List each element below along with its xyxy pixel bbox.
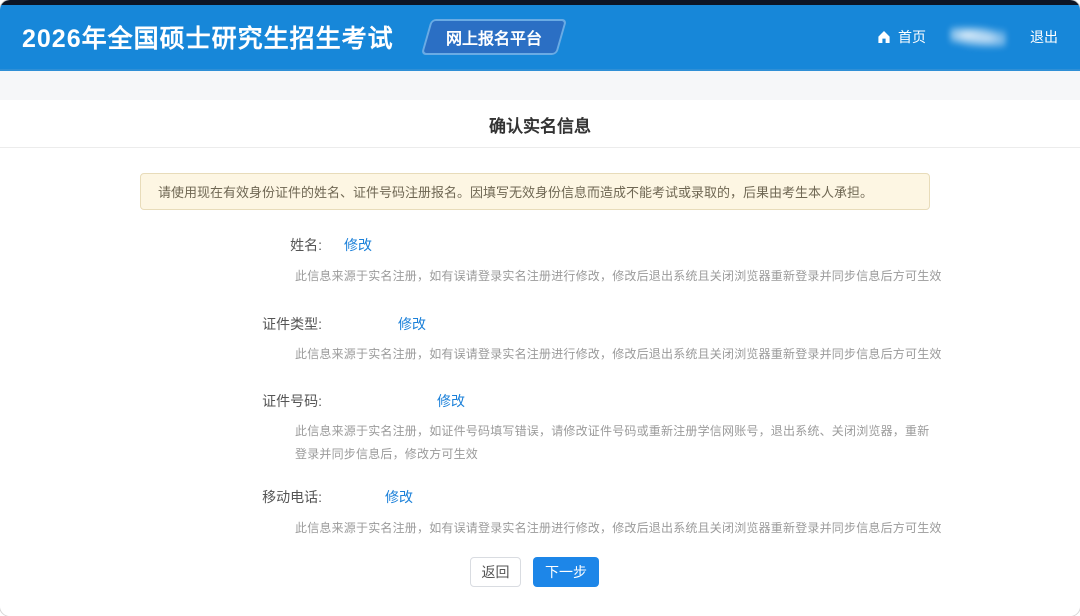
modify-cert-type-link[interactable]: 修改 [398,314,426,334]
header-nav: 首页 退出 [876,26,1058,48]
nav-logout-link[interactable]: 退出 [1030,27,1058,47]
title-divider [0,147,1080,148]
notice-banner: 请使用现在有效身份证件的姓名、证件号码注册报名。因填写无效身份信息而造成不能考试… [140,173,930,210]
app-title: 2026年全国硕士研究生招生考试 [22,19,394,55]
field-label-cert-type: 证件类型: [140,314,322,334]
nav-home-link[interactable]: 首页 [876,27,926,47]
field-help-name: 此信息来源于实名注册，如有误请登录实名注册进行修改，修改后退出系统且关闭浏览器重… [295,267,942,284]
platform-badge: 网上报名平台 [420,19,566,55]
field-help-cert-type: 此信息来源于实名注册，如有误请登录实名注册进行修改，修改后退出系统且关闭浏览器重… [295,345,942,362]
back-button[interactable]: 返回 [470,557,521,587]
page: 2026年全国硕士研究生招生考试 网上报名平台 首页 退出 确认实名信息 请使用… [0,0,1080,616]
modify-name-link[interactable]: 修改 [344,235,372,255]
field-label-cert-number: 证件号码: [140,391,322,411]
username-redacted [950,26,1006,48]
field-help-mobile: 此信息来源于实名注册，如有误请登录实名注册进行修改，修改后退出系统且关闭浏览器重… [295,519,942,536]
nav-home-label: 首页 [898,27,926,47]
field-label-mobile: 移动电话: [140,487,322,507]
platform-badge-label: 网上报名平台 [446,25,542,49]
field-label-name: 姓名: [140,235,322,255]
home-icon [876,29,892,45]
field-help-cert-number: 此信息来源于实名注册，如证件号码填写错误，请修改证件号码或重新注册学信网账号，退… [295,420,935,466]
page-title: 确认实名信息 [0,112,1080,137]
header: 2026年全国硕士研究生招生考试 网上报名平台 首页 退出 [0,5,1080,71]
modify-cert-number-link[interactable]: 修改 [437,391,465,411]
modify-mobile-link[interactable]: 修改 [385,487,413,507]
next-button[interactable]: 下一步 [533,557,599,587]
